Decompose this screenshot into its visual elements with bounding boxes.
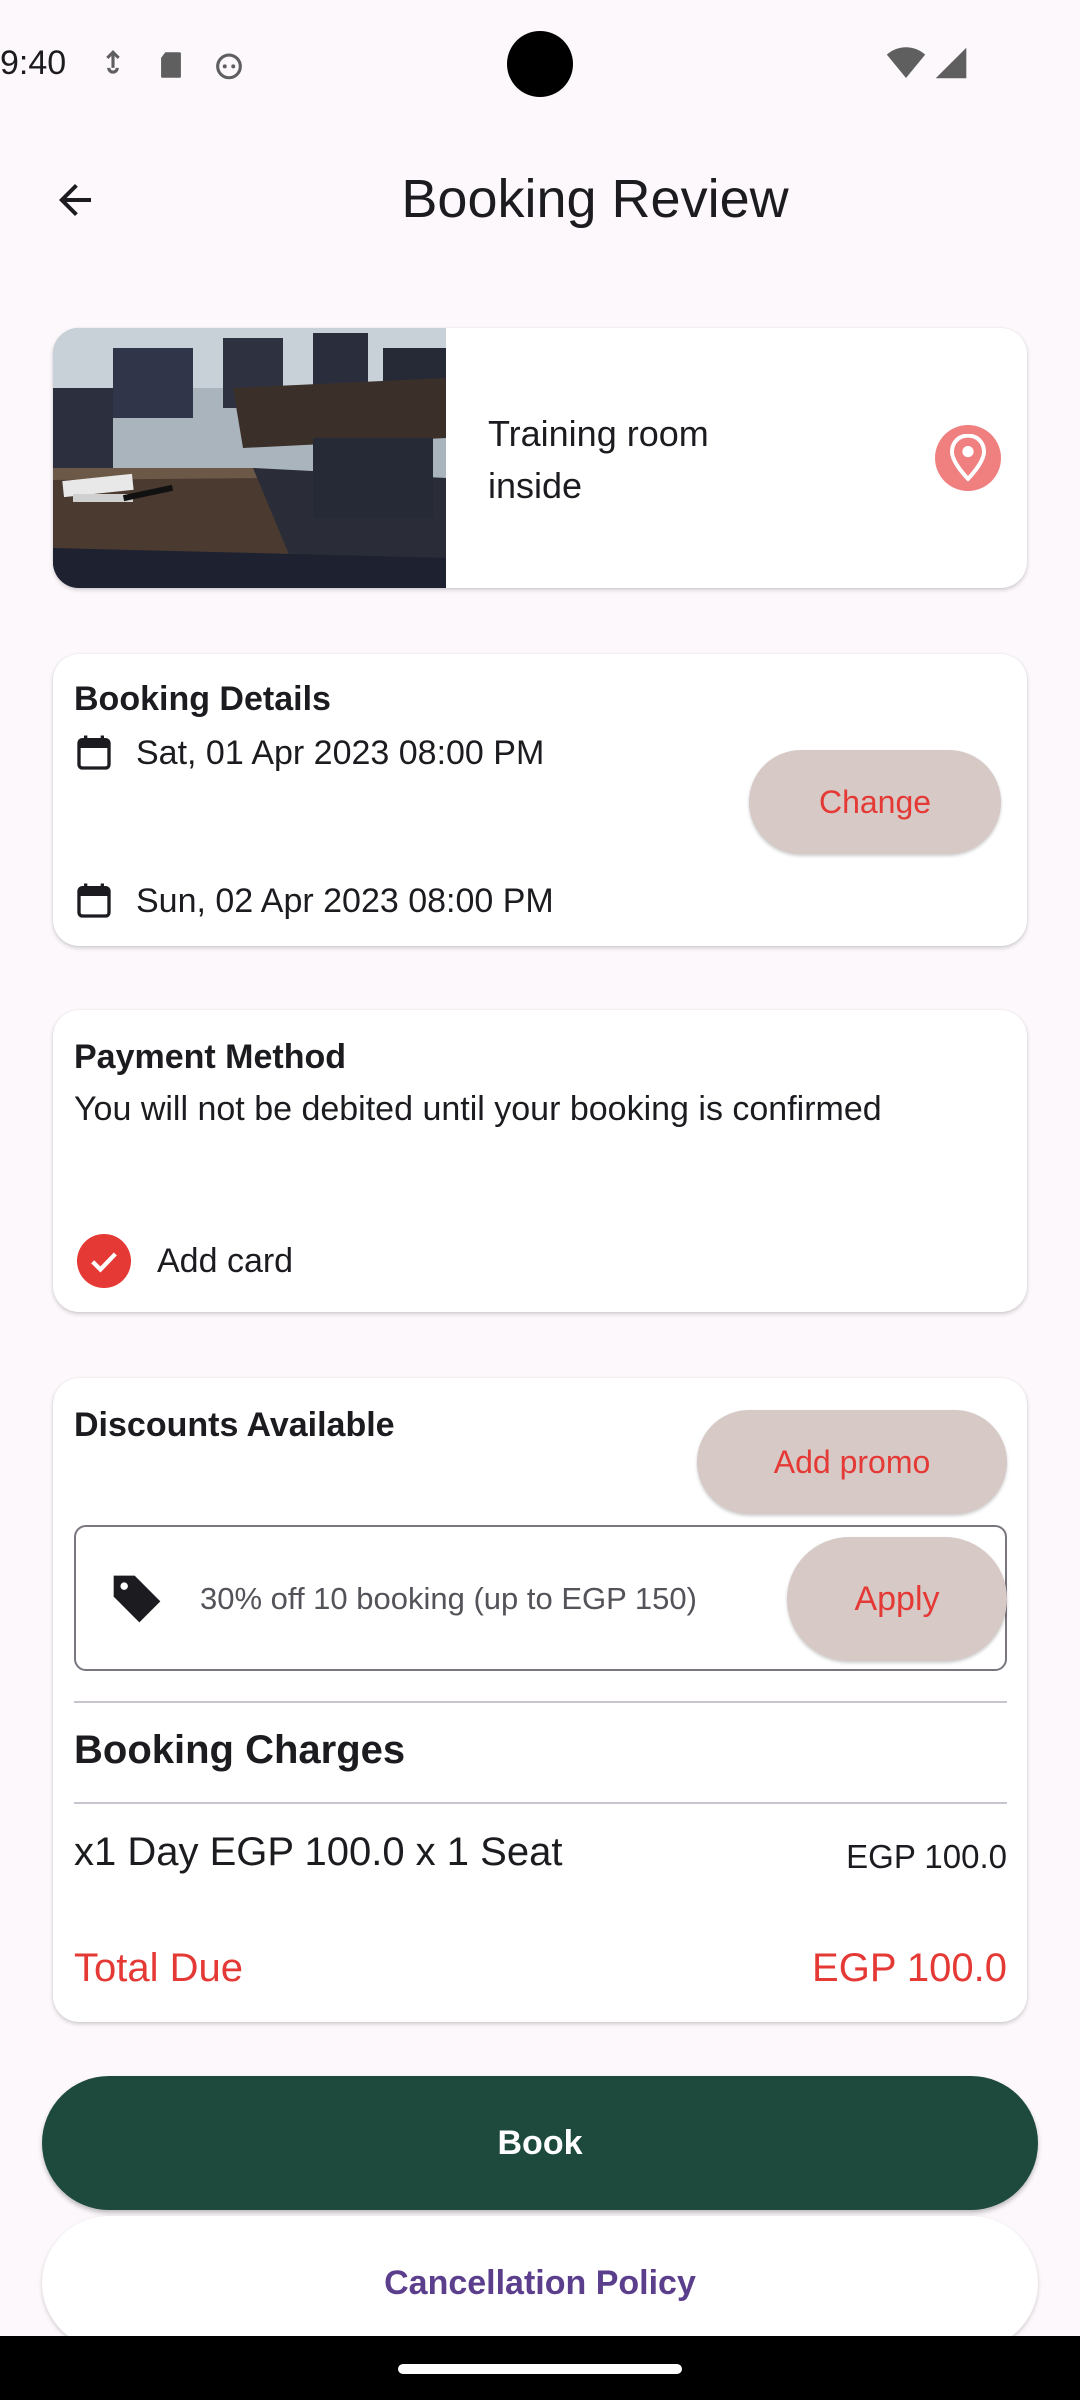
divider [74,1701,1007,1703]
divider [74,1802,1007,1804]
add-card-option[interactable]: Add card [77,1234,293,1288]
add-card-label: Add card [157,1241,294,1280]
booking-charges-title: Booking Charges [74,1728,406,1772]
usb-debug-icon [106,50,120,74]
tag-icon [113,1575,161,1623]
start-date-row: Sat, 01 Apr 2023 08:00 PM [74,732,544,774]
discounts-title: Discounts Available [74,1406,395,1444]
camera-cutout [507,31,573,97]
sd-card-icon [161,52,181,78]
location-button[interactable] [935,425,1001,491]
status-bar: 9:40 [0,0,1080,130]
room-card[interactable]: Training room inside [53,328,1027,588]
add-promo-button[interactable]: Add promo [697,1410,1007,1514]
system-status-icons [886,46,968,80]
book-button[interactable]: Book [42,2076,1038,2210]
app-bar: Booking Review [0,150,1080,250]
page-title: Booking Review [401,169,789,229]
payment-method-title: Payment Method [74,1038,347,1076]
calendar-icon [77,883,111,918]
offer-item: 30% off 10 booking (up to EGP 150) Apply [74,1525,1007,1671]
wifi-icon [886,47,926,78]
room-name: Training room inside [488,413,709,506]
booking-details-title: Booking Details [74,680,331,718]
start-date-text: Sat, 01 Apr 2023 08:00 PM [136,733,545,772]
status-time: 9:40 [0,44,67,82]
total-due-label: Total Due [74,1946,243,1990]
end-date-row: Sun, 02 Apr 2023 08:00 PM [74,880,554,922]
apply-offer-button[interactable]: Apply [787,1537,1007,1661]
calendar-icon [77,735,111,770]
payment-note: You will not be debited until your booki… [74,1090,882,1128]
total-due-amount: EGP 100.0 [812,1946,1007,1990]
change-dates-button[interactable]: Change [749,750,1001,854]
android-face-icon [216,53,242,80]
room-photo [53,328,446,588]
end-date-text: Sun, 02 Apr 2023 08:00 PM [136,881,554,920]
cancellation-policy-button[interactable]: Cancellation Policy [42,2216,1038,2350]
check-circle-icon [77,1234,131,1288]
offer-text: 30% off 10 booking (up to EGP 150) [200,1581,697,1616]
discounts-card: Discounts Available Add promo 30% off 10… [53,1378,1027,2022]
charge-line-label: x1 Day EGP 100.0 x 1 Seat [74,1830,563,1874]
home-indicator[interactable] [398,2364,682,2374]
location-pin-icon [949,434,987,482]
booking-details-card: Booking Details Sat, 01 Apr 2023 08:00 P… [53,654,1027,946]
charge-line-amount: EGP 100.0 [846,1838,1007,1875]
cell-signal-icon [935,47,967,79]
payment-method-card: Payment Method You will not be debited u… [53,1010,1027,1312]
notification-icons [96,48,246,82]
